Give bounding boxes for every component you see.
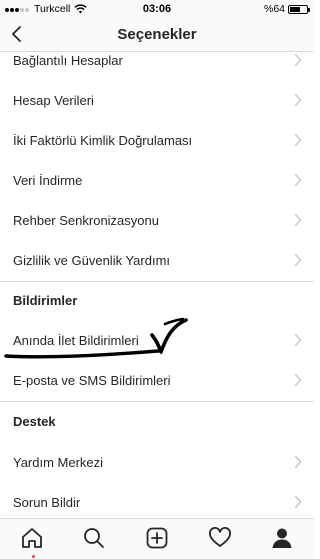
- settings-item-label: Gizlilik ve Güvenlik Yardımı: [13, 252, 171, 268]
- chevron-right-icon: [294, 455, 302, 469]
- section-title-support: Destek: [13, 414, 56, 429]
- bottom-tab-bar: [0, 518, 314, 559]
- new-post-icon[interactable]: [144, 525, 170, 551]
- settings-item-email-sms-notifications[interactable]: E-posta ve SMS Bildirimleri: [0, 360, 314, 400]
- search-icon[interactable]: [81, 525, 107, 551]
- settings-item-help-center[interactable]: Yardım Merkezi: [0, 442, 314, 482]
- chevron-right-icon: [294, 93, 302, 107]
- status-bar: Turkcell 03:06 %64: [0, 0, 314, 18]
- settings-item-account-data[interactable]: Hesap Verileri: [0, 80, 314, 120]
- section-divider: [0, 281, 314, 282]
- settings-item-label: Anında İlet Bildirimleri: [13, 332, 139, 348]
- settings-item-label: Yardım Merkezi: [13, 454, 104, 470]
- settings-item-report-problem[interactable]: Sorun Bildir: [0, 482, 314, 518]
- nav-header: Seçenekler: [0, 18, 314, 52]
- settings-item-label: İki Faktörlü Kimlik Doğrulaması: [13, 132, 193, 148]
- settings-item-data-download[interactable]: Veri İndirme: [0, 160, 314, 200]
- chevron-right-icon: [294, 133, 302, 147]
- battery-icon: [288, 4, 310, 14]
- status-right: %64: [263, 3, 310, 15]
- battery-percent: %64: [263, 3, 285, 15]
- settings-item-linked-accounts[interactable]: Bağlantılı Hesaplar: [0, 52, 314, 80]
- chevron-right-icon: [294, 173, 302, 187]
- section-divider: [0, 401, 314, 402]
- settings-item-label: Rehber Senkronizasyonu: [13, 212, 159, 228]
- settings-item-privacy-help[interactable]: Gizlilik ve Güvenlik Yardımı: [0, 240, 314, 280]
- home-icon[interactable]: [19, 525, 45, 551]
- settings-item-label: Sorun Bildir: [13, 494, 81, 510]
- profile-icon[interactable]: [269, 525, 295, 551]
- settings-item-push-notifications[interactable]: Anında İlet Bildirimleri: [0, 320, 314, 360]
- settings-list[interactable]: Bağlantılı Hesaplar Hesap Verileri İki F…: [0, 52, 314, 518]
- section-title-notifications: Bildirimler: [13, 293, 78, 308]
- settings-item-label: Veri İndirme: [13, 172, 83, 188]
- chevron-right-icon: [294, 213, 302, 227]
- settings-item-two-factor-auth[interactable]: İki Faktörlü Kimlik Doğrulaması: [0, 120, 314, 160]
- activity-heart-icon[interactable]: [207, 525, 233, 551]
- settings-item-label: E-posta ve SMS Bildirimleri: [13, 372, 171, 388]
- settings-item-label: Bağlantılı Hesaplar: [13, 52, 123, 68]
- notification-dot: [32, 555, 35, 558]
- chevron-right-icon: [294, 253, 302, 267]
- settings-item-contact-sync[interactable]: Rehber Senkronizasyonu: [0, 200, 314, 240]
- chevron-right-icon: [294, 373, 302, 387]
- settings-item-label: Hesap Verileri: [13, 92, 94, 108]
- chevron-right-icon: [294, 495, 302, 509]
- chevron-right-icon: [294, 53, 302, 67]
- chevron-left-icon[interactable]: [8, 24, 26, 44]
- chevron-right-icon: [294, 333, 302, 347]
- page-title: Seçenekler: [117, 26, 197, 43]
